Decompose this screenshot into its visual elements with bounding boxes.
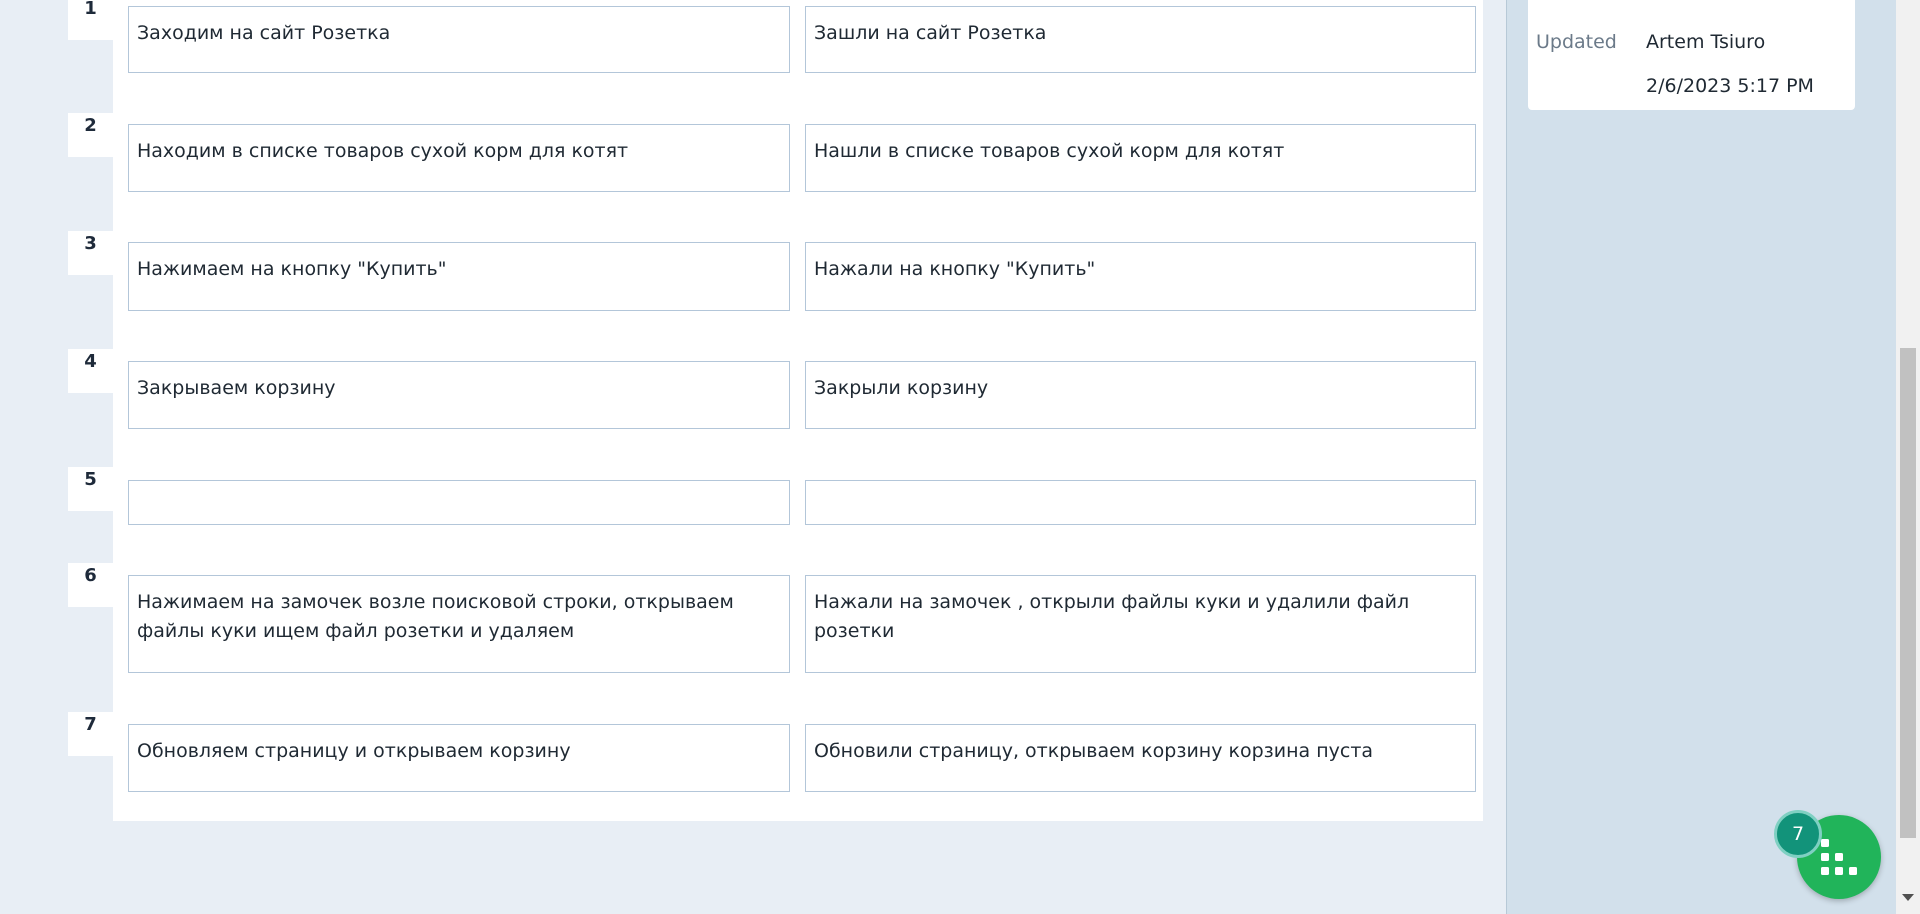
scrollbar-thumb[interactable] bbox=[1900, 348, 1916, 838]
main-area: 1 Заходим на сайт Розетка Зашли на сайт … bbox=[0, 0, 1506, 914]
step-action-cell[interactable]: Нажимаем на кнопку "Купить" bbox=[128, 242, 790, 311]
step-result-cell[interactable]: Обновили страницу, открываем корзину кор… bbox=[805, 724, 1476, 792]
step-result-cell[interactable]: Закрыли корзину bbox=[805, 361, 1476, 429]
step-number: 7 bbox=[68, 712, 113, 756]
updated-label: Updated bbox=[1536, 31, 1617, 53]
step-action-cell[interactable]: Закрываем корзину bbox=[128, 361, 790, 429]
step-number: 2 bbox=[68, 113, 113, 157]
step-result-cell[interactable]: Нашли в списке товаров сухой корм для ко… bbox=[805, 124, 1476, 192]
fab-count-badge: 7 bbox=[1774, 810, 1822, 858]
step-action-cell[interactable] bbox=[128, 480, 790, 525]
page-scrollbar[interactable] bbox=[1896, 0, 1920, 914]
step-number: 3 bbox=[68, 231, 113, 275]
step-action-cell[interactable]: Заходим на сайт Розетка bbox=[128, 6, 790, 73]
updated-info-card: Updated Artem Tsiuro 2/6/2023 5:17 PM bbox=[1528, 0, 1855, 110]
step-result-cell[interactable]: Нажали на кнопку "Купить" bbox=[805, 242, 1476, 311]
step-number: 6 bbox=[68, 563, 113, 607]
step-action-cell[interactable]: Нажимаем на замочек возле поисковой стро… bbox=[128, 575, 790, 673]
updated-by-user: Artem Tsiuro bbox=[1646, 31, 1766, 53]
scroll-down-arrow-icon[interactable] bbox=[1902, 894, 1914, 901]
step-result-cell[interactable]: Нажали на замочек , открыли файлы куки и… bbox=[805, 575, 1476, 673]
grid-steps-icon bbox=[1821, 839, 1857, 875]
step-action-cell[interactable]: Обновляем страницу и открываем корзину bbox=[128, 724, 790, 792]
step-number: 4 bbox=[68, 349, 113, 393]
details-sidebar: Updated Artem Tsiuro 2/6/2023 5:17 PM bbox=[1506, 0, 1897, 914]
step-number: 1 bbox=[68, 0, 113, 40]
step-number: 5 bbox=[68, 467, 113, 511]
step-action-cell[interactable]: Находим в списке товаров сухой корм для … bbox=[128, 124, 790, 192]
updated-date: 2/6/2023 5:17 PM bbox=[1646, 75, 1814, 97]
step-result-cell[interactable] bbox=[805, 480, 1476, 525]
step-result-cell[interactable]: Зашли на сайт Розетка bbox=[805, 6, 1476, 73]
